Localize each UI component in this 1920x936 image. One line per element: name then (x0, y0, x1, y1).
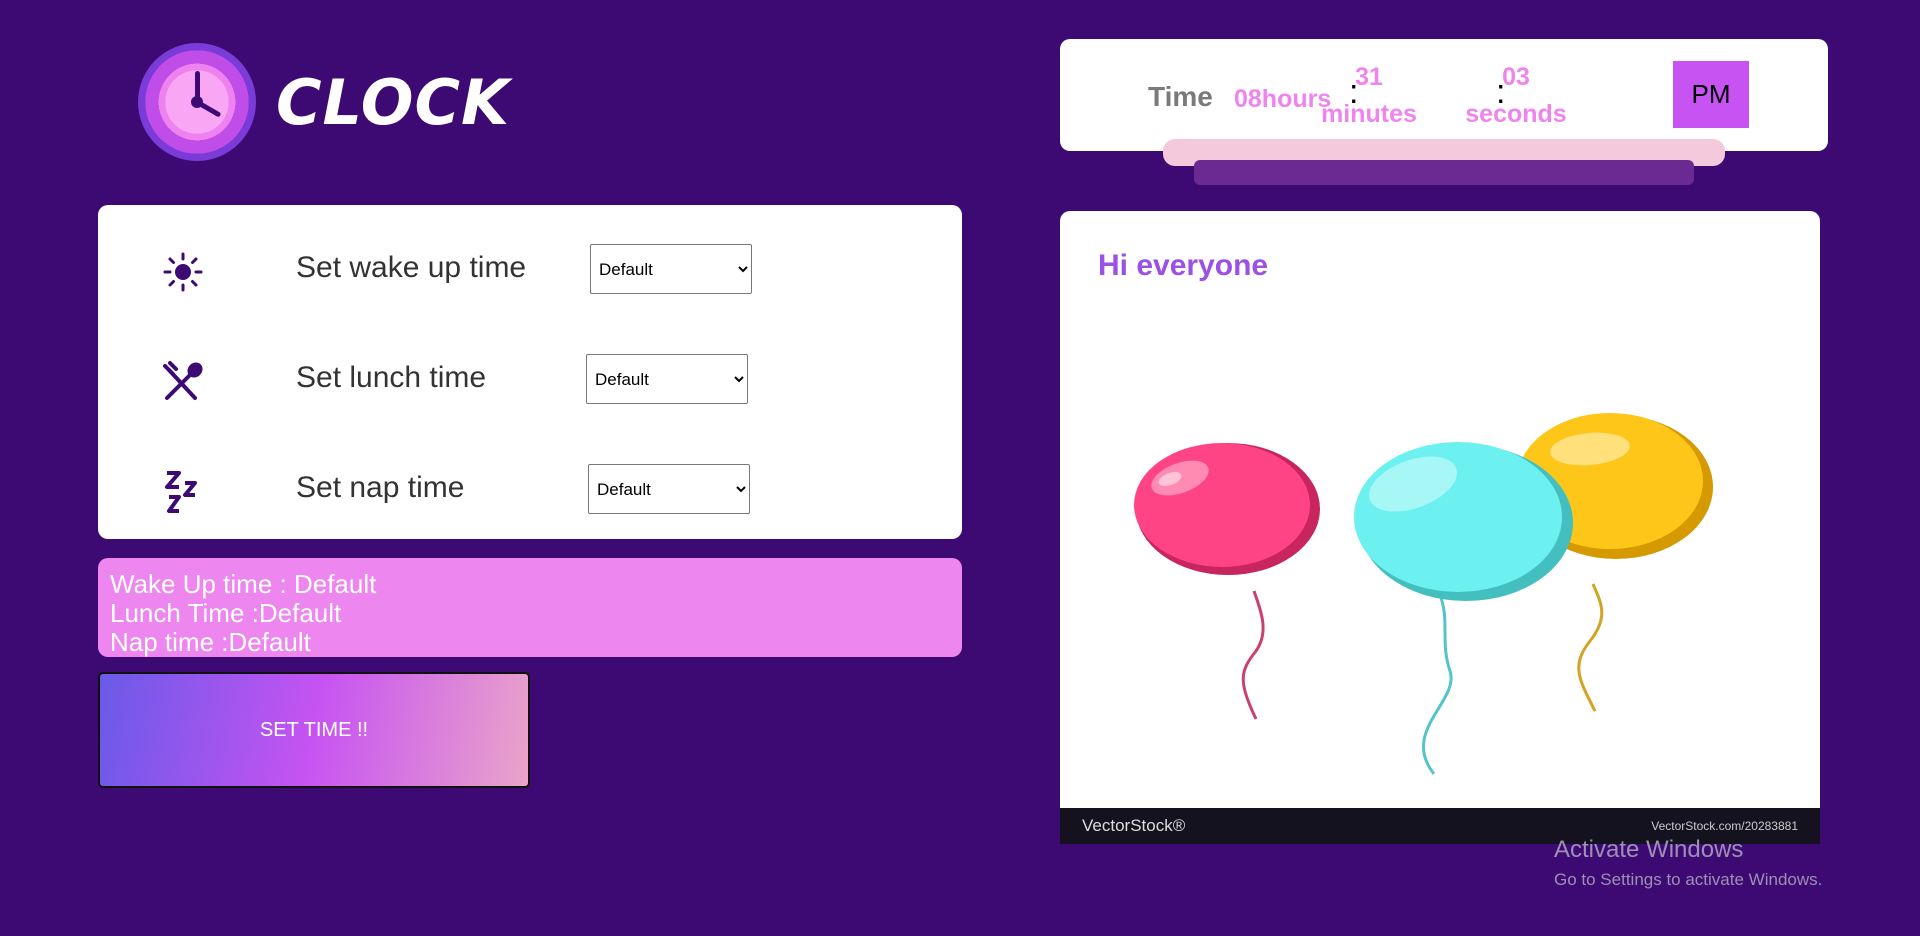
seconds-value: 03 seconds (1465, 63, 1567, 128)
summary-nap: Nap time :Default (110, 627, 311, 657)
clock-logo-icon (138, 43, 256, 161)
setting-row-nap: Set nap time Default (98, 459, 962, 519)
windows-activation-watermark: Activate Windows Go to Settings to activ… (1554, 836, 1822, 890)
watermark-title: Activate Windows (1554, 836, 1744, 863)
logo-text: CLOCK (276, 65, 511, 139)
ampm-indicator: PM (1673, 61, 1749, 128)
greeting-card: Hi everyone VectorStock® VectorStock.com… (1060, 211, 1820, 844)
logo: CLOCK (138, 43, 510, 161)
summary-panel: Wake Up time : Default Lunch Time :Defau… (98, 558, 962, 657)
lunch-label: Set lunch time (296, 361, 487, 394)
decorative-bar-shadow (1194, 160, 1694, 185)
summary-lunch: Lunch Time :Default (110, 598, 342, 628)
zzz-icon (160, 469, 206, 515)
setting-row-lunch: Set lunch time Default (98, 349, 962, 409)
summary-wake: Wake Up time : Default (110, 569, 377, 599)
time-label: Time (1148, 81, 1213, 112)
nap-label: Set nap time (296, 471, 465, 504)
balloons-image (1134, 413, 1713, 775)
settings-card: Set wake up time Default Set lunch time … (98, 205, 962, 539)
lunch-time-select[interactable]: Default (586, 354, 748, 404)
stock-id: VectorStock.com/20283881 (1651, 819, 1798, 833)
stock-brand: VectorStock® (1082, 816, 1186, 835)
watermark-subtitle: Go to Settings to activate Windows. (1554, 870, 1823, 889)
time-display-card: Time 08hours : 31 minutes : 03 seconds P… (1060, 39, 1828, 151)
nap-time-select[interactable]: Default (588, 464, 750, 514)
greeting-text: Hi everyone (1098, 249, 1269, 282)
fork-spoon-icon (160, 359, 206, 405)
setting-row-wake: Set wake up time Default (98, 239, 962, 299)
set-time-button[interactable]: SET TIME !! (98, 672, 530, 788)
wake-label: Set wake up time (296, 251, 527, 284)
sun-icon (160, 249, 206, 295)
wake-time-select[interactable]: Default (590, 244, 752, 294)
minutes-value: 31 minutes (1321, 63, 1417, 128)
